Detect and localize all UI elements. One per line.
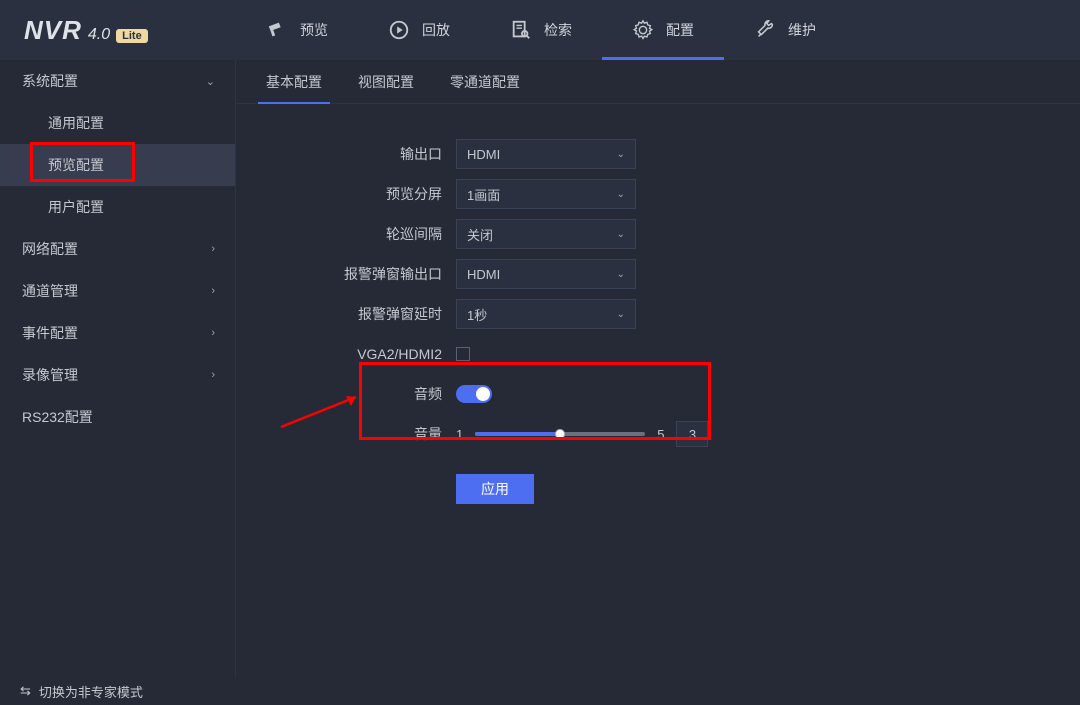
nav-label: 预览 <box>300 20 328 40</box>
logo-edition-badge: Lite <box>116 29 148 43</box>
chevron-down-icon: ⌄ <box>617 309 625 320</box>
logo-version: 4.0 <box>88 26 110 44</box>
camera-icon <box>266 19 288 41</box>
nav-label: 配置 <box>666 20 694 40</box>
nav-label: 检索 <box>544 20 572 40</box>
sidebar-item-label: 网络配置 <box>22 239 78 259</box>
vga2hdmi2-label: VGA2/HDMI2 <box>256 346 456 362</box>
alarm-out-label: 报警弹窗输出口 <box>256 264 456 284</box>
sidebar-item-label: 录像管理 <box>22 365 78 385</box>
patrol-select[interactable]: 关闭 ⌄ <box>456 219 636 249</box>
sidebar-item-label: 用户配置 <box>48 197 104 217</box>
sidebar-item-label: 通道管理 <box>22 281 78 301</box>
select-value: 1画面 <box>467 185 500 204</box>
chevron-down-icon: ⌄ <box>617 189 625 200</box>
gear-icon <box>632 19 654 41</box>
select-value: HDMI <box>467 147 500 162</box>
chevron-down-icon: ⌄ <box>617 149 625 160</box>
chevron-right-icon: › <box>211 285 215 297</box>
chevron-right-icon: › <box>211 327 215 339</box>
tab-label: 零通道配置 <box>450 72 520 92</box>
split-select[interactable]: 1画面 ⌄ <box>456 179 636 209</box>
sidebar-item-network[interactable]: 网络配置 › <box>0 228 235 270</box>
sidebar-item-event[interactable]: 事件配置 › <box>0 312 235 354</box>
form: 输出口 HDMI ⌄ 预览分屏 1画面 ⌄ 轮巡间隔 关闭 ⌄ <box>236 104 1080 534</box>
select-value: 关闭 <box>467 225 493 244</box>
split-label: 预览分屏 <box>256 184 456 204</box>
sidebar: 系统配置 ⌄ 通用配置 预览配置 用户配置 网络配置 › 通道管理 › 事件配置… <box>0 60 236 677</box>
nav-playback[interactable]: 回放 <box>358 0 480 60</box>
sidebar-item-label: 事件配置 <box>22 323 78 343</box>
main-content: 基本配置 视图配置 零通道配置 输出口 HDMI ⌄ 预览分屏 1画面 ⌄ 轮巡… <box>236 60 1080 677</box>
wrench-icon <box>754 19 776 41</box>
chevron-right-icon: › <box>211 369 215 381</box>
sidebar-item-label: 预览配置 <box>48 155 104 175</box>
sidebar-item-channel[interactable]: 通道管理 › <box>0 270 235 312</box>
nav-config[interactable]: 配置 <box>602 0 724 60</box>
nav-label: 维护 <box>788 20 816 40</box>
apply-button[interactable]: 应用 <box>456 474 534 504</box>
alarm-delay-label: 报警弹窗延时 <box>256 304 456 324</box>
output-label: 输出口 <box>256 144 456 164</box>
sidebar-item-record[interactable]: 录像管理 › <box>0 354 235 396</box>
nav-search[interactable]: 检索 <box>480 0 602 60</box>
logo-brand: NVR <box>24 15 82 46</box>
tab-basic[interactable]: 基本配置 <box>248 60 340 103</box>
select-value: 1秒 <box>467 305 487 324</box>
sidebar-item-label: 通用配置 <box>48 113 104 133</box>
switch-mode-link[interactable]: 切换为非专家模式 <box>39 682 143 701</box>
nav-preview[interactable]: 预览 <box>236 0 358 60</box>
chevron-down-icon: ⌄ <box>206 75 215 88</box>
chevron-down-icon: ⌄ <box>617 229 625 240</box>
sidebar-item-preview[interactable]: 预览配置 <box>0 144 235 186</box>
select-value: HDMI <box>467 267 500 282</box>
document-search-icon <box>510 19 532 41</box>
sidebar-item-system[interactable]: 系统配置 ⌄ <box>0 60 235 102</box>
logo: NVR 4.0 Lite <box>0 15 236 46</box>
tab-label: 视图配置 <box>358 72 414 92</box>
footer: ⇆ 切换为非专家模式 <box>0 677 1080 705</box>
tab-view[interactable]: 视图配置 <box>340 60 432 103</box>
alarm-out-select[interactable]: HDMI ⌄ <box>456 259 636 289</box>
top-bar: NVR 4.0 Lite 预览 回放 检索 配置 <box>0 0 1080 60</box>
tab-label: 基本配置 <box>266 72 322 92</box>
chevron-right-icon: › <box>211 243 215 255</box>
alarm-delay-select[interactable]: 1秒 ⌄ <box>456 299 636 329</box>
highlight-marker <box>359 362 711 440</box>
tab-zerochan[interactable]: 零通道配置 <box>432 60 538 103</box>
nav-label: 回放 <box>422 20 450 40</box>
patrol-label: 轮巡间隔 <box>256 224 456 244</box>
sidebar-item-label: 系统配置 <box>22 71 78 91</box>
swap-icon: ⇆ <box>20 683 31 699</box>
top-nav: 预览 回放 检索 配置 维护 <box>236 0 846 60</box>
output-select[interactable]: HDMI ⌄ <box>456 139 636 169</box>
sidebar-item-rs232[interactable]: RS232配置 <box>0 396 235 438</box>
tabs: 基本配置 视图配置 零通道配置 <box>236 60 1080 104</box>
sidebar-item-label: RS232配置 <box>22 407 93 427</box>
nav-maintain[interactable]: 维护 <box>724 0 846 60</box>
vga2hdmi2-checkbox[interactable] <box>456 347 470 361</box>
playback-icon <box>388 19 410 41</box>
sidebar-item-user[interactable]: 用户配置 <box>0 186 235 228</box>
chevron-down-icon: ⌄ <box>617 269 625 280</box>
sidebar-item-general[interactable]: 通用配置 <box>0 102 235 144</box>
